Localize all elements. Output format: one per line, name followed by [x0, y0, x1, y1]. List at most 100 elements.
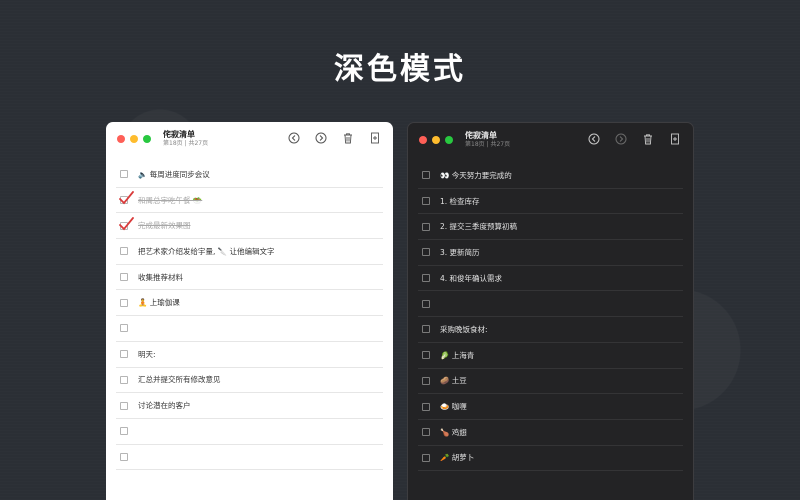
todo-item[interactable]: 🥔 土豆	[418, 369, 683, 395]
window-title: 侘寂清单	[465, 131, 497, 140]
todo-item[interactable]: 4. 和俊年确认需求	[418, 266, 683, 292]
todo-item[interactable]	[116, 419, 383, 445]
todo-text: 2. 提交三季度预算初稿	[440, 222, 518, 232]
todo-checkbox[interactable]	[422, 351, 430, 360]
todo-item[interactable]: 🧘 上瑜伽课	[116, 290, 383, 317]
delete-page-button[interactable]	[642, 133, 654, 145]
todo-text: 🥬 上海青	[440, 350, 475, 360]
page-headline: 深色模式	[334, 52, 466, 87]
todo-checkbox[interactable]	[422, 402, 430, 411]
todo-item[interactable]: 收集推荐材料	[116, 265, 383, 291]
previous-page-button[interactable]	[588, 133, 600, 145]
todo-checkbox[interactable]	[120, 298, 128, 307]
todo-checkbox[interactable]	[120, 324, 128, 333]
todo-checkbox[interactable]	[119, 191, 134, 205]
todo-item[interactable]	[116, 445, 383, 471]
todo-list: 🔈 每周进度同步会议 和周总宇吃午餐 🥗 完成最新效果图把艺术家介绍发给宇量, 🔪 …	[106, 162, 393, 471]
todo-checkbox[interactable]	[120, 452, 128, 461]
todo-item[interactable]	[116, 316, 383, 342]
todo-item[interactable]: 🍗 鸡翅	[418, 420, 683, 446]
todo-text: 🥕 胡萝卜	[440, 453, 475, 463]
todo-text: 明天:	[138, 349, 156, 359]
todo-checkbox[interactable]	[120, 401, 128, 410]
todo-checkbox[interactable]	[422, 248, 430, 257]
todo-item[interactable]: 把艺术家介绍发给宇量, 🔪 让他编辑文字	[116, 239, 383, 265]
toolbar	[588, 133, 681, 145]
todo-checkbox[interactable]	[422, 376, 430, 385]
todo-item[interactable]: 采购晚饭食材:	[418, 317, 683, 343]
forward-arrow-icon	[615, 133, 627, 145]
next-page-button[interactable]	[315, 132, 327, 144]
todo-item[interactable]	[418, 291, 683, 318]
todo-item[interactable]: 1. 检查库存	[418, 189, 683, 215]
todo-checkbox[interactable]	[119, 216, 134, 231]
new-page-icon	[671, 133, 679, 145]
traffic-lights	[117, 135, 151, 143]
zoom-window-button[interactable]	[445, 136, 453, 144]
window-titlebar: 侘寂清单 第18页 | 共27页	[106, 122, 393, 154]
new-page-button[interactable]	[369, 132, 381, 144]
todo-item[interactable]: 🥕 胡萝卜	[418, 446, 683, 472]
todo-item[interactable]: 讨论潜在的客户	[116, 393, 383, 419]
todo-item[interactable]: 👀 今天努力要完成的	[418, 163, 683, 189]
page-indicator: 第18页 | 共27页	[465, 141, 511, 148]
todo-item[interactable]: 🥬 上海青	[418, 343, 683, 369]
traffic-lights	[419, 136, 453, 144]
minimize-window-button[interactable]	[432, 136, 440, 144]
todo-item[interactable]: 和周总宇吃午餐 🥗	[116, 188, 383, 214]
close-window-button[interactable]	[117, 135, 125, 143]
new-page-button[interactable]	[669, 133, 681, 145]
todo-text: 🔈 每周进度同步会议	[138, 169, 210, 179]
red-checkmark-icon	[119, 191, 134, 205]
previous-page-button[interactable]	[288, 132, 300, 144]
todo-checkbox[interactable]	[422, 428, 430, 437]
todo-checkbox[interactable]	[120, 247, 128, 256]
todo-item[interactable]: 3. 更新简历	[418, 240, 683, 266]
todo-item[interactable]: 🍛 咖喱	[418, 394, 683, 420]
forward-arrow-icon	[315, 132, 327, 144]
todo-text: 讨论潜在的客户	[138, 401, 191, 411]
todo-checkbox[interactable]	[120, 427, 128, 436]
page-indicator: 第18页 | 共27页	[163, 140, 209, 147]
title-block: 侘寂清单 第18页 | 共27页	[465, 131, 510, 149]
todo-checkbox[interactable]	[422, 222, 430, 231]
todo-checkbox[interactable]	[120, 375, 128, 384]
todo-text: 4. 和俊年确认需求	[440, 273, 503, 283]
todo-item[interactable]: 汇总并提交所有修改意见	[116, 368, 383, 394]
todo-checkbox[interactable]	[422, 197, 430, 206]
todo-text: 和周总宇吃午餐 🥗	[138, 195, 203, 205]
todo-checkbox[interactable]	[422, 325, 430, 334]
close-window-button[interactable]	[419, 136, 427, 144]
todo-text: 完成最新效果图	[138, 221, 191, 231]
todo-text: 🧘 上瑜伽课	[138, 298, 180, 308]
todo-item[interactable]: 完成最新效果图	[116, 213, 383, 240]
next-page-button[interactable]	[615, 133, 627, 145]
todo-checkbox[interactable]	[422, 274, 430, 283]
todo-item[interactable]: 明天:	[116, 342, 383, 368]
todo-checkbox[interactable]	[422, 171, 430, 180]
back-arrow-icon	[288, 132, 300, 144]
todo-list: 👀 今天努力要完成的 1. 检查库存 2. 提交三季度预算初稿 3. 更新简历 4. 和…	[408, 163, 693, 472]
todo-text: 汇总并提交所有修改意见	[138, 375, 221, 385]
back-arrow-icon	[588, 133, 600, 145]
title-block: 侘寂清单 第18页 | 共27页	[163, 130, 208, 148]
todo-text: 收集推荐材料	[138, 272, 183, 282]
todo-text: 🥔 土豆	[440, 376, 467, 386]
todo-text: 采购晚饭食材:	[440, 324, 488, 334]
trash-icon	[344, 133, 352, 144]
todo-text: 👀 今天努力要完成的	[440, 170, 512, 180]
todo-checkbox[interactable]	[422, 453, 430, 462]
light-mode-window: 侘寂清单 第18页 | 共27页 🔈 每周进度同步会议 和周总宇吃午餐 🥗 完成最新…	[106, 122, 393, 500]
todo-checkbox[interactable]	[422, 299, 430, 308]
toolbar	[288, 132, 381, 144]
todo-checkbox[interactable]	[120, 350, 128, 359]
todo-item[interactable]: 🔈 每周进度同步会议	[116, 162, 383, 188]
todo-checkbox[interactable]	[120, 273, 128, 282]
todo-item[interactable]: 2. 提交三季度预算初稿	[418, 214, 683, 241]
todo-text: 🍛 咖喱	[440, 402, 467, 412]
minimize-window-button[interactable]	[130, 135, 138, 143]
todo-text: 1. 检查库存	[440, 196, 480, 206]
todo-checkbox[interactable]	[120, 170, 128, 179]
delete-page-button[interactable]	[342, 132, 354, 144]
zoom-window-button[interactable]	[143, 135, 151, 143]
